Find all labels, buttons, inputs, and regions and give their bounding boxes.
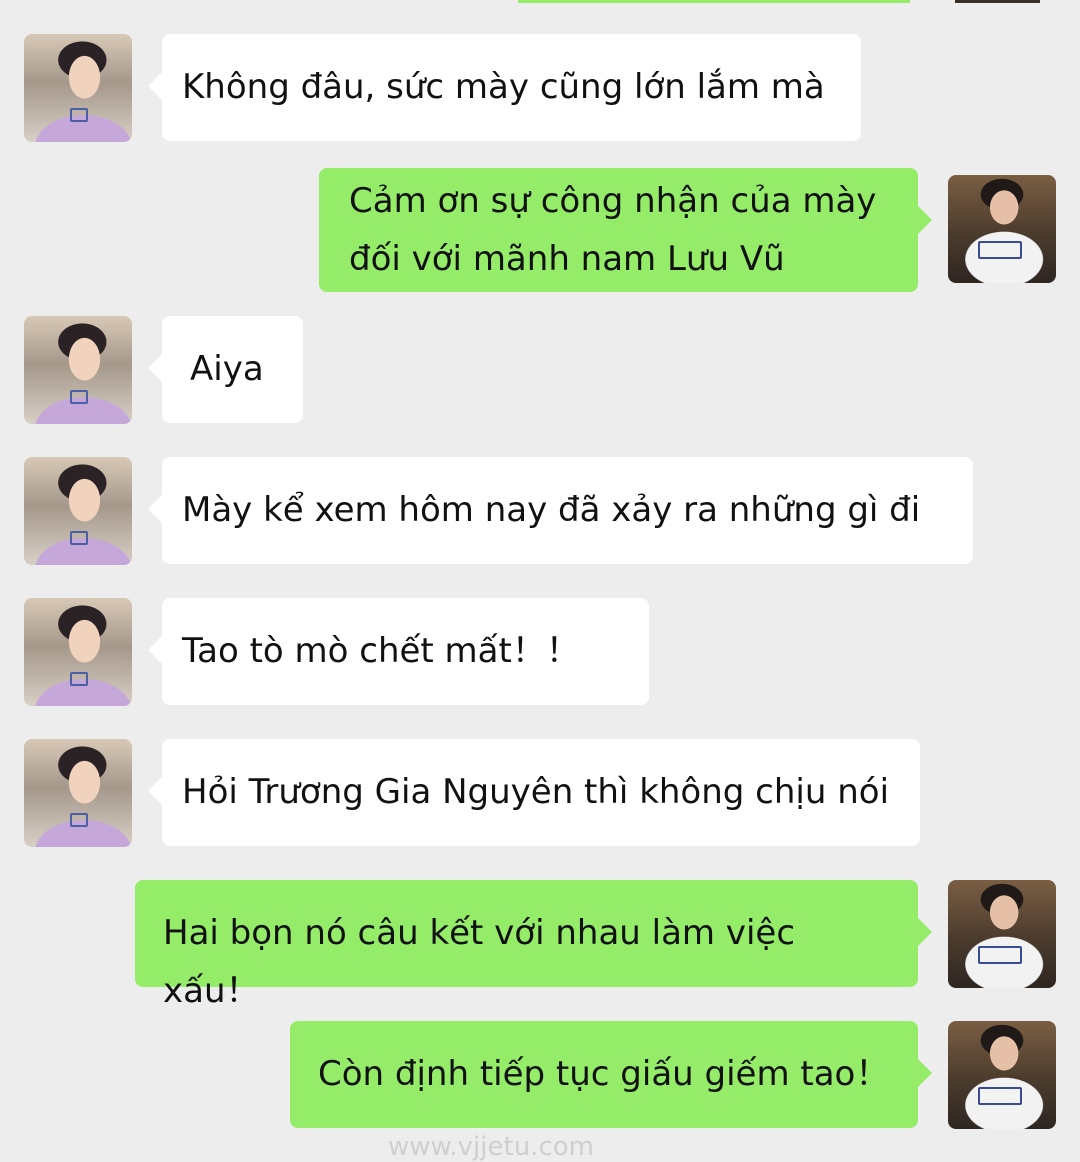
message-bubble-incoming[interactable]: Không đâu, sức mày cũng lớn lắm mà [148, 34, 861, 141]
message-bubble-outgoing[interactable]: Còn định tiếp tục giấu giếm tao！ [290, 1021, 932, 1128]
message-text: Hỏi Trương Gia Nguyên thì không chịu nói [182, 772, 890, 812]
message-bubble-incoming[interactable]: Mày kể xem hôm nay đã xảy ra những gì đi [148, 457, 973, 564]
message-text: Hai bọn nó câu kết với nhau làm việc xấu… [163, 913, 796, 1011]
contact-avatar[interactable] [24, 316, 132, 424]
message-bubble-outgoing[interactable]: Hai bọn nó câu kết với nhau làm việc xấu… [135, 880, 932, 1011]
watermark: www.vjjetu.com [388, 1132, 594, 1162]
message-text-line-2: đối với mãnh nam Lưu Vũ [349, 239, 785, 279]
my-avatar[interactable] [948, 1021, 1056, 1129]
previous-message-edge [518, 0, 910, 3]
message-bubble-outgoing[interactable]: Cảm ơn sự công nhận của mày đối với mãnh… [319, 168, 932, 292]
previous-avatar-edge [955, 0, 1040, 3]
message-text: Mày kể xem hôm nay đã xảy ra những gì đi [182, 490, 921, 530]
contact-avatar[interactable] [24, 739, 132, 847]
message-bubble-incoming[interactable]: Hỏi Trương Gia Nguyên thì không chịu nói [148, 739, 920, 846]
contact-avatar[interactable] [24, 457, 132, 565]
message-bubble-incoming[interactable]: Aiya [148, 316, 303, 423]
message-text: Còn định tiếp tục giấu giếm tao！ [318, 1054, 890, 1094]
my-avatar[interactable] [948, 880, 1056, 988]
my-avatar[interactable] [948, 175, 1056, 283]
contact-avatar[interactable] [24, 598, 132, 706]
message-bubble-incoming[interactable]: Tao tò mò chết mất！！ [148, 598, 649, 705]
message-text: Aiya [190, 349, 264, 389]
message-text: Tao tò mò chết mất！！ [182, 631, 580, 671]
message-text-line-1: Cảm ơn sự công nhận của mày [349, 181, 877, 221]
message-text: Không đâu, sức mày cũng lớn lắm mà [182, 67, 825, 107]
contact-avatar[interactable] [24, 34, 132, 142]
